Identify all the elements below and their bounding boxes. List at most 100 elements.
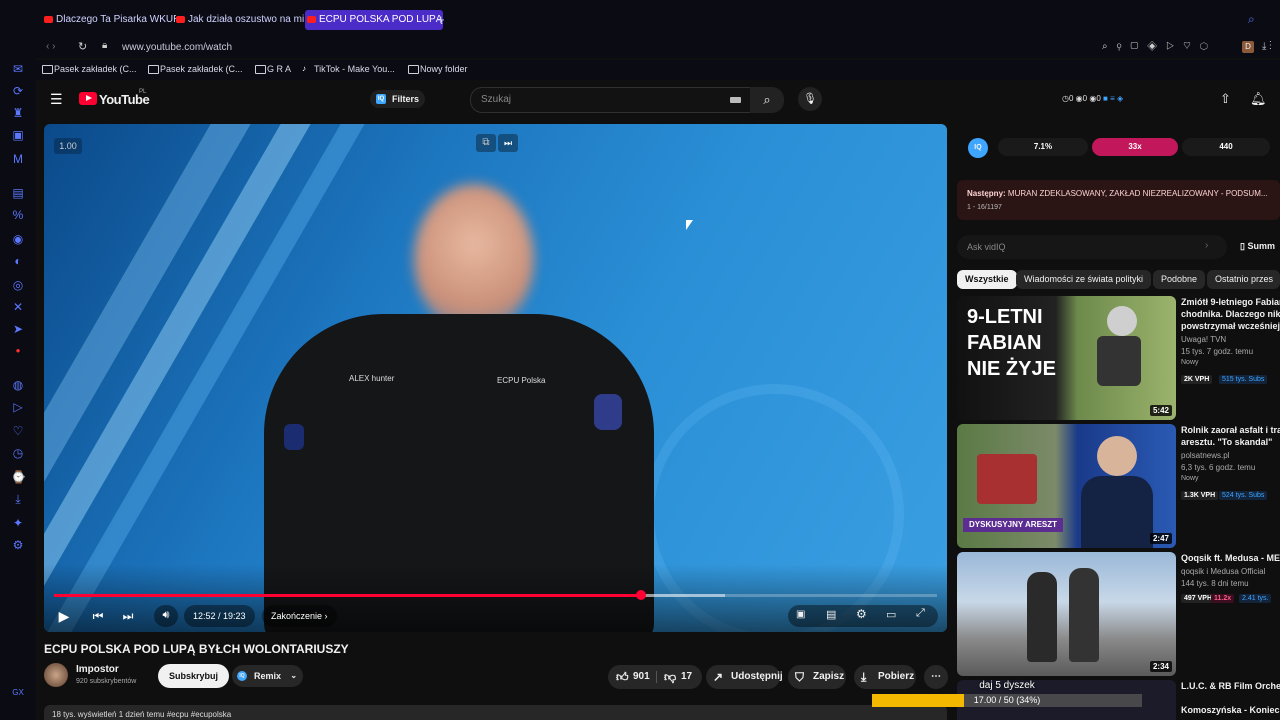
- vidiq-views-pill[interactable]: 440: [1182, 138, 1270, 156]
- theater-mode-icon[interactable]: ▭: [886, 608, 896, 621]
- instagram-icon[interactable]: ◎: [11, 278, 25, 292]
- video-title-line[interactable]: Komoszyńska - Koniec Le: [1181, 704, 1280, 716]
- vidiq-score-pill[interactable]: 7.1%: [998, 138, 1088, 156]
- search-input[interactable]: Szukaj: [470, 87, 752, 113]
- messenger-icon[interactable]: ◉: [11, 232, 25, 246]
- chip-recent[interactable]: Ostatnio przes: [1207, 270, 1280, 289]
- video-title-line[interactable]: chodnika. Dlaczego nikt n: [1181, 308, 1280, 320]
- keyboard-icon[interactable]: [730, 97, 741, 103]
- new-tab-button[interactable]: +: [437, 12, 445, 27]
- next-button[interactable]: ⏭: [118, 606, 138, 626]
- channel-name[interactable]: Impostor: [76, 664, 119, 675]
- voice-search-button[interactable]: 🎙︎: [798, 87, 822, 111]
- dislike-icon[interactable]: 👎︎: [664, 665, 676, 689]
- video-title[interactable]: L.U.C. & RB Film Orchestra: [1181, 680, 1280, 692]
- vidiq-logo-icon[interactable]: IQ: [968, 138, 988, 158]
- next-video-card[interactable]: Następny: MURAN ZDEKLASOWANY, ZAKŁAD NIE…: [957, 180, 1280, 220]
- filters-button[interactable]: IQ Filters: [370, 90, 426, 108]
- back-icon[interactable]: ‹ ›: [46, 41, 55, 52]
- download-icon[interactable]: ⤓: [11, 492, 25, 506]
- profile-avatar[interactable]: D: [1242, 41, 1254, 53]
- app-icon[interactable]: ♜: [11, 106, 25, 120]
- upload-icon[interactable]: ⇧: [1220, 91, 1231, 107]
- recommendation-card[interactable]: DYSKUSYJNY ARESZT 2:47 Rolnik zaorał asf…: [957, 424, 1280, 548]
- subscribe-button[interactable]: Subskrybuj: [158, 664, 230, 688]
- play-button[interactable]: ▶: [54, 606, 74, 626]
- chip-politics[interactable]: Wiadomości ze świata polityki: [1016, 270, 1152, 289]
- summarize-button[interactable]: ▯ Summ: [1240, 241, 1275, 252]
- gmail-icon[interactable]: M: [11, 152, 25, 166]
- toolbar-icons[interactable]: ⌕⚲▢◈▷♡⬡: [1102, 41, 1217, 52]
- chip-all[interactable]: Wszystkie: [957, 270, 1017, 289]
- description-box[interactable]: 18 tys. wyświetleń 1 dzień temu #ecpu #e…: [44, 705, 947, 720]
- tab[interactable]: Dlaczego Ta Pisarka WKUR: [42, 10, 176, 30]
- app-icon[interactable]: ▣: [11, 128, 25, 142]
- more-icon[interactable]: GX: [11, 686, 25, 700]
- previous-button[interactable]: ⏮: [88, 606, 108, 626]
- like-icon[interactable]: 👍︎: [616, 665, 629, 689]
- video-title-line[interactable]: aresztu. "To skandal": [1181, 436, 1280, 448]
- spotify-icon[interactable]: ◍: [11, 378, 25, 392]
- menu-icon[interactable]: ☰: [50, 91, 63, 108]
- copy-icon[interactable]: ⧉: [476, 134, 496, 152]
- settings-icon[interactable]: ⚙: [856, 607, 867, 621]
- youtube-logo-icon[interactable]: [79, 92, 97, 105]
- vidiq-icon[interactable]: ▣: [796, 609, 805, 620]
- play-icon[interactable]: ▷: [11, 400, 25, 414]
- video-title[interactable]: Rolnik zaorał asfalt i trafi: [1181, 424, 1280, 436]
- progress-bar[interactable]: [54, 590, 937, 600]
- video-thumbnail[interactable]: DYSKUSYJNY ARESZT 2:47: [957, 424, 1176, 548]
- aria-icon[interactable]: ✉: [11, 62, 25, 76]
- bookmark-link[interactable]: ♪ TikTok - Make You...: [302, 64, 395, 74]
- channel-name[interactable]: polsatnews.pl: [1181, 451, 1280, 460]
- clock-icon[interactable]: ⌚: [11, 470, 26, 484]
- video-thumbnail[interactable]: 9-LETNI FABIAN NIE ŻYJE 5:42: [957, 296, 1176, 420]
- bookmark-folder[interactable]: Pasek zakładek (C...: [42, 64, 137, 74]
- subtitles-icon[interactable]: ▤: [826, 608, 836, 621]
- skip-icon[interactable]: ⏭: [498, 134, 518, 152]
- volume-button[interactable]: 🔊︎: [154, 605, 178, 627]
- discord-icon[interactable]: ◐: [11, 254, 25, 268]
- bell-icon[interactable]: 🔔︎: [1250, 91, 1267, 107]
- recommendation-card[interactable]: 2:34 Qoqsik ft. Medusa - MEOW qoqsik i M…: [957, 552, 1280, 676]
- extensions-icon[interactable]: ✦: [11, 516, 25, 530]
- bookmark-folder[interactable]: Pasek zakładek (C...: [148, 64, 243, 74]
- remix-button[interactable]: IQ Remix ⌄: [232, 665, 304, 687]
- channel-name[interactable]: qoqsik i Medusa Official: [1181, 567, 1280, 576]
- chip-related[interactable]: Podobne: [1153, 270, 1206, 289]
- share-button[interactable]: ↗ Udostępnij: [706, 665, 783, 689]
- recommendation-card[interactable]: 9-LETNI FABIAN NIE ŻYJE 5:42 Zmiótł 9-le…: [957, 296, 1280, 420]
- search-button[interactable]: ⌕: [750, 87, 784, 113]
- search-tabs-icon[interactable]: ⌕: [1248, 12, 1255, 27]
- channel-name[interactable]: Uwaga! TVN: [1181, 335, 1280, 344]
- url-field[interactable]: www.youtube.com/watch: [122, 42, 232, 53]
- app-icon[interactable]: ●: [11, 344, 25, 358]
- history-icon[interactable]: ◷: [11, 446, 25, 460]
- video-title[interactable]: Qoqsik ft. Medusa - MEOW: [1181, 552, 1280, 564]
- save-button[interactable]: ⛉ Zapisz: [788, 665, 846, 689]
- channel-avatar[interactable]: [44, 663, 68, 687]
- download-icon[interactable]: ⤓ ⋮: [1262, 41, 1272, 52]
- vidiq-outlier-pill[interactable]: 33x: [1092, 138, 1178, 156]
- like-count[interactable]: 901: [633, 665, 650, 689]
- dislike-count[interactable]: 17: [681, 665, 692, 689]
- heart-icon[interactable]: ♡: [11, 424, 25, 438]
- bookmark-folder[interactable]: Nowy folder: [408, 64, 468, 74]
- video-title-line[interactable]: powstrzymał wcześniej ...: [1181, 320, 1280, 332]
- percent-icon[interactable]: %: [11, 208, 25, 222]
- bookmark-folder[interactable]: G R A: [255, 64, 291, 74]
- tab[interactable]: Jak działa oszustwo na mi: [174, 10, 308, 30]
- video-title[interactable]: Zmiótł 9-letniego Fabiana: [1181, 296, 1280, 308]
- video-player[interactable]: ALEX hunter ECPU Polska 1.00 ⧉ ⏭ ▶ ⏮ ⏭ 🔊…: [44, 124, 947, 632]
- playback-speed-badge[interactable]: 1.00: [54, 138, 82, 154]
- vidiq-stats[interactable]: ◷0 ◉0 ◉0 ■ ≡ ◈: [1062, 94, 1123, 103]
- ask-vidiq-input[interactable]: Ask vidIQ ›: [957, 235, 1227, 259]
- tab-active[interactable]: ECPU POLSKA POD LUPĄ B: [305, 10, 443, 30]
- x-icon[interactable]: ✕: [11, 300, 25, 314]
- fullscreen-icon[interactable]: ⤢: [916, 607, 925, 620]
- settings-icon[interactable]: ⚙: [11, 538, 25, 552]
- twitch-icon[interactable]: ▤: [11, 186, 25, 200]
- chapter-button[interactable]: Zakończenie ›: [262, 605, 337, 627]
- telegram-icon[interactable]: ➤: [11, 322, 25, 336]
- refresh-icon[interactable]: ⟳: [11, 84, 25, 98]
